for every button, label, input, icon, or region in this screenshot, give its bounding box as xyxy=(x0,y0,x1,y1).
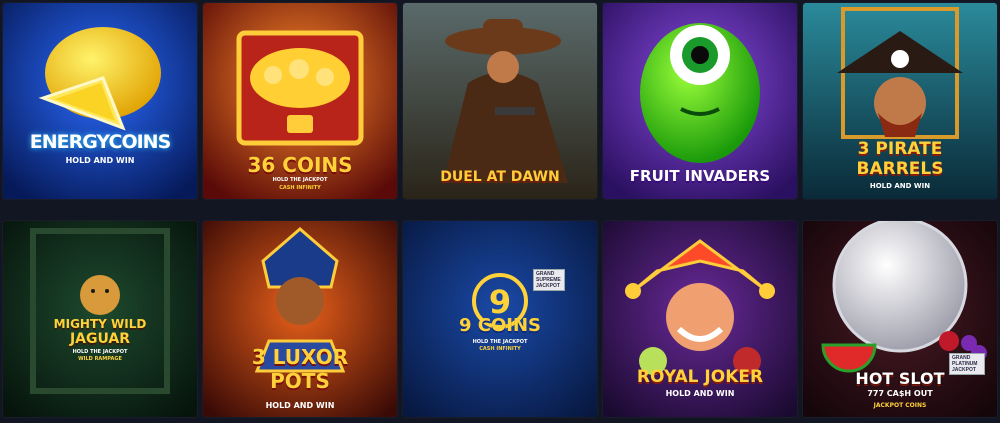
game-subtitle-secondary: WILD RAMPAGE xyxy=(78,356,122,362)
game-title-top: 3 PIRATE xyxy=(857,139,943,159)
game-title: FRUIT INVADERS xyxy=(629,167,771,185)
game-subtitle-secondary: CASH INFINITY xyxy=(479,346,521,352)
game-title-top: MIGHTY WILD xyxy=(53,317,147,331)
game-tile-9-coins[interactable]: 9 GRAND SUPREME JACKPOT 9 COINS HOLD THE… xyxy=(403,221,597,417)
jackpot-badge: GRAND SUPREME JACKPOT xyxy=(533,269,565,291)
game-tile-hot-slot[interactable]: GRAND PLATINUM JACKPOT HOT SLOT 777 CA$H… xyxy=(803,221,997,417)
game-tile-fruit-invaders[interactable]: FRUIT INVADERS xyxy=(603,3,797,199)
game-tile-36-coins[interactable]: 36 COINS HOLD THE JACKPOT CASH INFINITY xyxy=(203,3,397,199)
royal-joker-artwork xyxy=(603,221,797,417)
game-title: 36 COINS xyxy=(247,153,353,177)
game-title: ENERGYCOINS xyxy=(29,131,172,153)
game-tile-energy-coins[interactable]: ENERGYCOINS HOLD AND WIN xyxy=(3,3,197,199)
game-title: DUEL AT DAWN xyxy=(440,169,560,185)
game-tile-royal-joker[interactable]: ROYAL JOKER HOLD AND WIN xyxy=(603,221,797,417)
game-subtitle: HOLD THE JACKPOT xyxy=(72,349,128,355)
game-tile-duel-at-dawn[interactable]: DUEL AT DAWN xyxy=(403,3,597,199)
game-subtitle-secondary: CASH INFINITY xyxy=(279,185,321,191)
game-subtitle: HOLD AND WIN xyxy=(665,389,735,398)
game-title-bottom: JAGUAR xyxy=(69,331,131,347)
game-title: HOT SLOT xyxy=(855,369,945,388)
energy-coins-artwork xyxy=(3,3,197,199)
game-title-top: 3 LUXOR xyxy=(251,345,349,369)
game-subtitle: HOLD AND WIN xyxy=(869,182,931,190)
game-subtitle: HOLD THE JACKPOT xyxy=(472,339,528,345)
game-tile-3-pirate-barrels[interactable]: 3 PIRATE BARRELS HOLD AND WIN xyxy=(803,3,997,199)
game-subtitle: 777 CA$H OUT xyxy=(867,389,933,398)
game-grid: ENERGYCOINS HOLD AND WIN 36 COINS HOLD T… xyxy=(0,0,1000,423)
game-title: ROYAL JOKER xyxy=(636,367,764,387)
game-tile-3-luxor-pots[interactable]: 3 LUXOR POTS HOLD AND WIN xyxy=(203,221,397,417)
game-title-bottom: BARRELS xyxy=(856,159,944,179)
game-tile-mighty-wild-jaguar[interactable]: MIGHTY WILD JAGUAR HOLD THE JACKPOT WILD… xyxy=(3,221,197,417)
game-title-bottom: POTS xyxy=(270,369,330,393)
game-subtitle-secondary: JACKPOT COINS xyxy=(873,402,927,409)
game-title: 9 COINS xyxy=(458,315,542,336)
game-subtitle: HOLD AND WIN xyxy=(265,401,335,410)
game-subtitle: HOLD THE JACKPOT xyxy=(272,177,328,183)
game-subtitle: HOLD AND WIN xyxy=(65,156,135,165)
